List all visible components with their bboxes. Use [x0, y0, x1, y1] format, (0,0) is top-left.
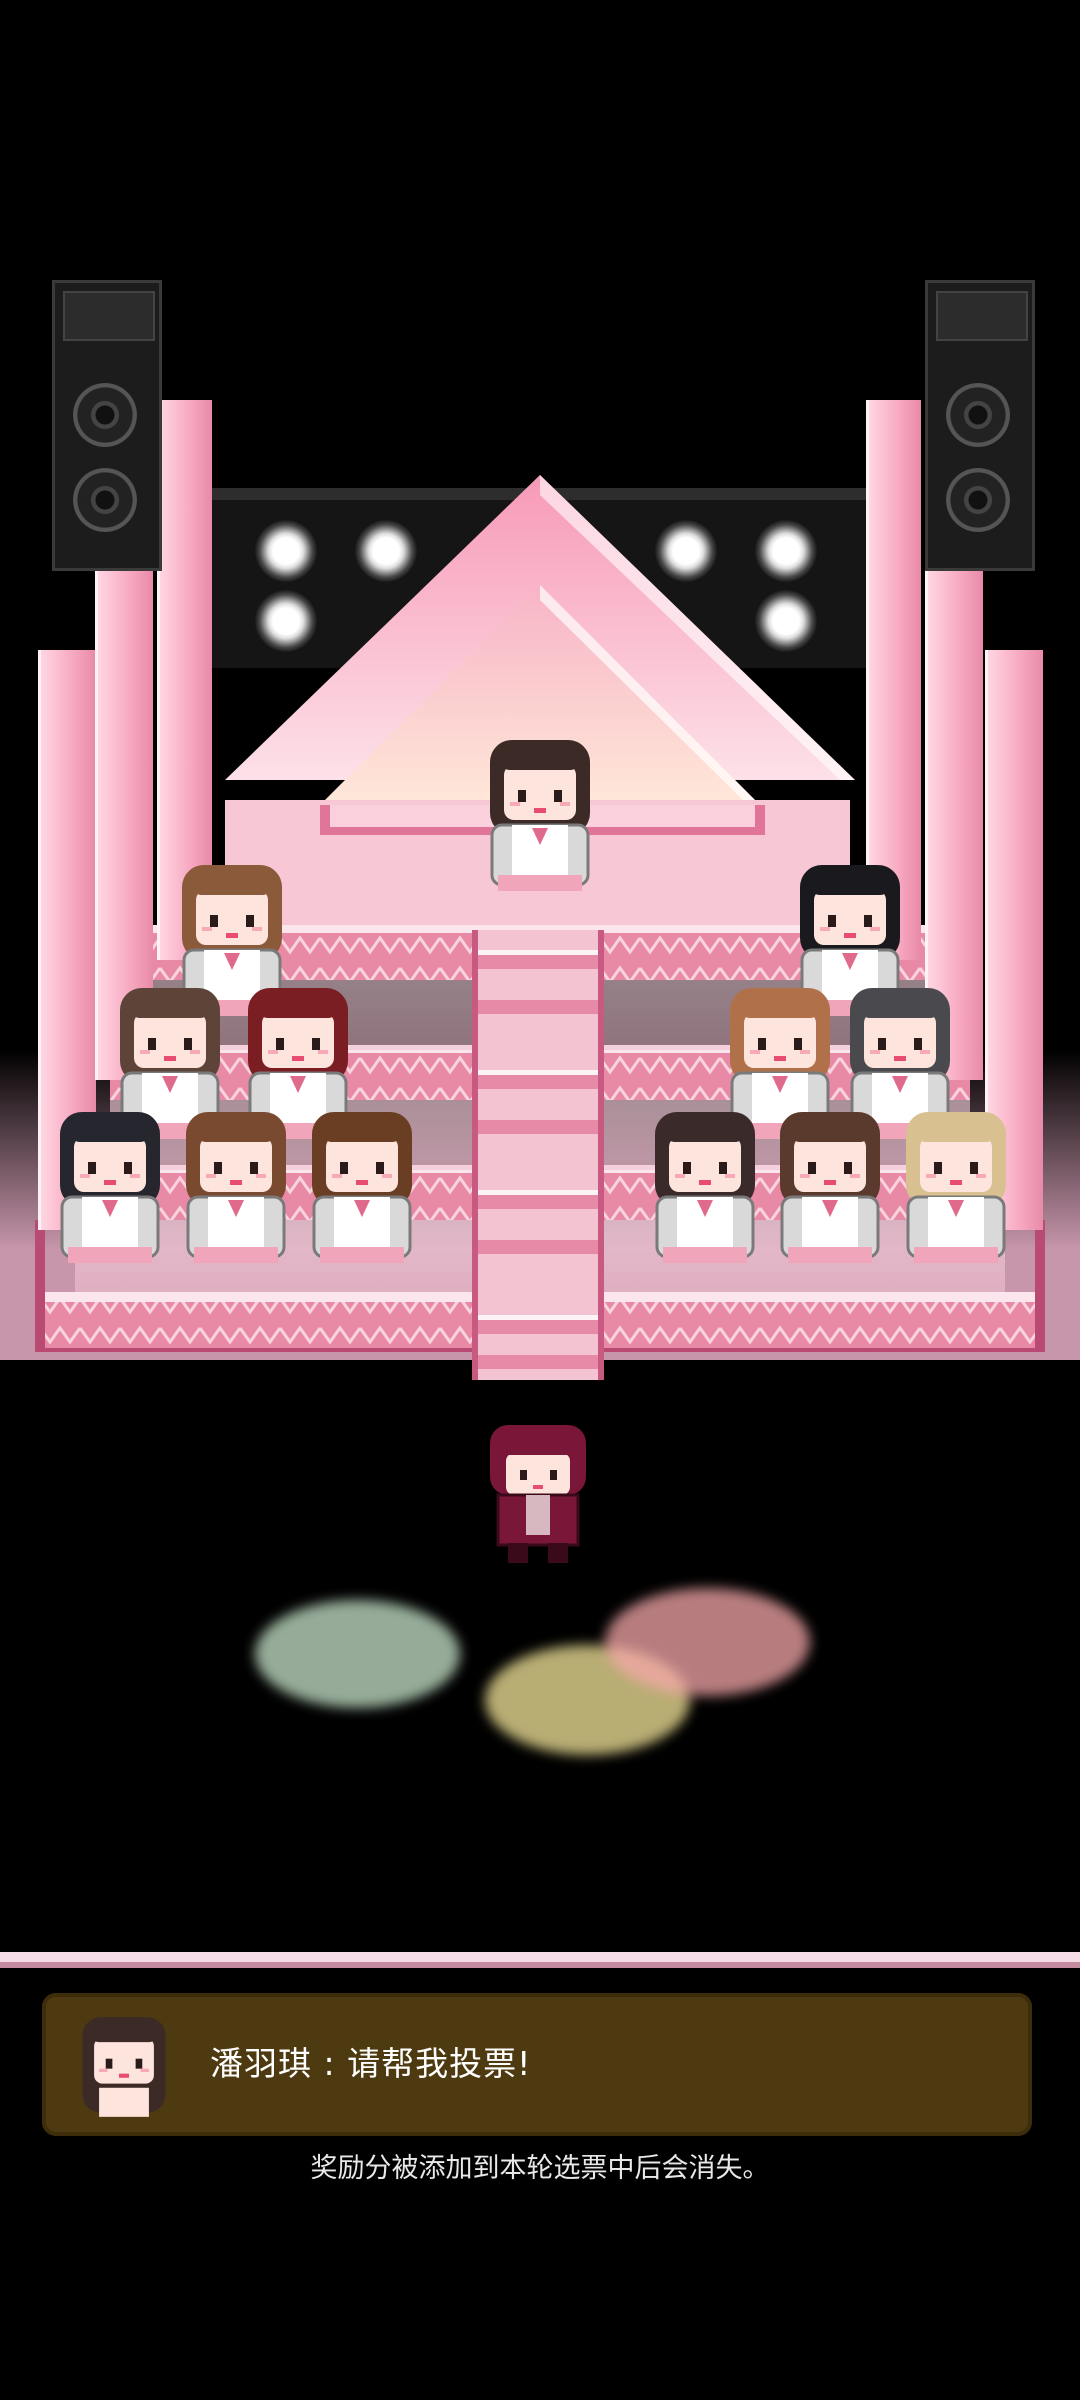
hint-text: 奖励分被添加到本轮选票中后会消失。 [310, 2153, 770, 2184]
idol-character[interactable] [58, 1110, 162, 1265]
stage-edge-shadow [0, 1962, 1080, 1968]
idol-character[interactable] [904, 1110, 1008, 1265]
dialog-text: 潘羽琪 : 请帮我投票! [210, 2037, 531, 2085]
player-character [490, 1425, 586, 1563]
dialog-box[interactable]: 潘羽琪 : 请帮我投票! [42, 1993, 1032, 2136]
dialog-message: 请帮我投票! [347, 2044, 532, 2083]
idol-character[interactable] [310, 1110, 414, 1265]
stage-edge [0, 1952, 1080, 1962]
idol-character[interactable] [184, 1110, 288, 1265]
idol-character[interactable] [653, 1110, 757, 1265]
idol-character[interactable] [488, 738, 592, 893]
idol-character[interactable] [778, 1110, 882, 1265]
speaker-portrait [82, 2017, 166, 2117]
dialog-speaker: 潘羽琪 [210, 2044, 312, 2083]
dialog-separator: : [312, 2044, 348, 2083]
characters-layer [58, 738, 1008, 1563]
